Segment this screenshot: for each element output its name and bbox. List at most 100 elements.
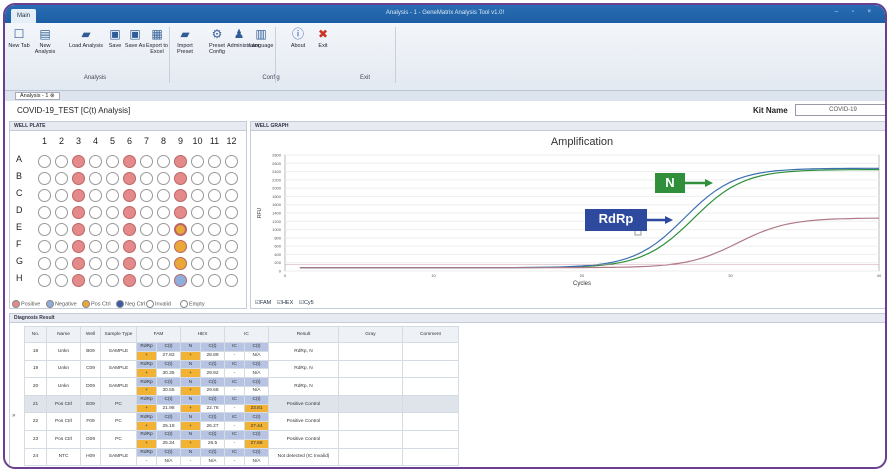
well-B7[interactable] — [140, 172, 153, 185]
well-B6[interactable] — [123, 172, 136, 185]
well-E4[interactable] — [89, 223, 102, 236]
well-B3[interactable] — [72, 172, 85, 185]
well-G12[interactable] — [225, 257, 238, 270]
well-A2[interactable] — [55, 155, 68, 168]
well-D10[interactable] — [191, 206, 204, 219]
well-G2[interactable] — [55, 257, 68, 270]
well-H10[interactable] — [191, 274, 204, 287]
kit-name-select[interactable]: COVID-19 — [795, 104, 885, 116]
well-C5[interactable] — [106, 189, 119, 202]
well-C9[interactable] — [174, 189, 187, 202]
well-A10[interactable] — [191, 155, 204, 168]
well-C7[interactable] — [140, 189, 153, 202]
well-G9[interactable] — [174, 257, 187, 270]
well-A8[interactable] — [157, 155, 170, 168]
well-C1[interactable] — [38, 189, 51, 202]
well-E6[interactable] — [123, 223, 136, 236]
well-E8[interactable] — [157, 223, 170, 236]
table-row[interactable]: 23 Pos Ctrl G09 PC RdRp C(t) N C(t) IC C(t) Positi… — [24, 429, 459, 449]
well-C11[interactable] — [208, 189, 221, 202]
well-G7[interactable] — [140, 257, 153, 270]
well-B2[interactable] — [55, 172, 68, 185]
well-C6[interactable] — [123, 189, 136, 202]
table-row[interactable]: 21 Pos Ctrl E09 PC RdRp C(t) N C(t) IC C(t) Positi… — [24, 394, 459, 414]
well-F4[interactable] — [89, 240, 102, 253]
table-row[interactable]: 19 Unkn C09 SAMPLE RdRp C(t) N C(t) IC C(t) RdRp, … — [24, 359, 459, 379]
well-H12[interactable] — [225, 274, 238, 287]
well-D6[interactable] — [123, 206, 136, 219]
well-F6[interactable] — [123, 240, 136, 253]
well-G4[interactable] — [89, 257, 102, 270]
table-row[interactable]: 24 NTC H09 SAMPLE RdRp C(t) N C(t) IC C(t) Not det… — [24, 447, 459, 467]
well-B9[interactable] — [174, 172, 187, 185]
well-D7[interactable] — [140, 206, 153, 219]
well-H4[interactable] — [89, 274, 102, 287]
column-header[interactable]: Gray — [338, 326, 403, 343]
well-A9[interactable] — [174, 155, 187, 168]
well-A5[interactable] — [106, 155, 119, 168]
well-G11[interactable] — [208, 257, 221, 270]
well-E2[interactable] — [55, 223, 68, 236]
column-header[interactable]: Name — [46, 326, 81, 343]
window-controls[interactable]: – ▫ × — [835, 9, 877, 15]
table-row[interactable]: 18 Unkn B09 SAMPLE RdRp C(t) N C(t) IC C(t) RdRp, … — [24, 342, 459, 361]
well-G1[interactable] — [38, 257, 51, 270]
well-E7[interactable] — [140, 223, 153, 236]
well-A12[interactable] — [225, 155, 238, 168]
column-header[interactable]: FAM — [136, 326, 181, 343]
new-analysis-button[interactable]: ▤ New Analysis — [33, 27, 57, 55]
well-E11[interactable] — [208, 223, 221, 236]
well-F7[interactable] — [140, 240, 153, 253]
well-H6[interactable] — [123, 274, 136, 287]
import-preset-button[interactable]: ▰ Import Preset — [173, 27, 197, 55]
well-H9[interactable] — [174, 274, 187, 287]
well-D12[interactable] — [225, 206, 238, 219]
well-D11[interactable] — [208, 206, 221, 219]
new-tab-button[interactable]: ☐ New Tab — [7, 27, 31, 49]
well-G8[interactable] — [157, 257, 170, 270]
well-B5[interactable] — [106, 172, 119, 185]
well-B8[interactable] — [157, 172, 170, 185]
well-H1[interactable] — [38, 274, 51, 287]
well-E10[interactable] — [191, 223, 204, 236]
well-D3[interactable] — [72, 206, 85, 219]
administrator-button[interactable]: ♟ Administrator — [227, 27, 259, 49]
well-H11[interactable] — [208, 274, 221, 287]
well-E3[interactable] — [72, 223, 85, 236]
well-F10[interactable] — [191, 240, 204, 253]
well-B12[interactable] — [225, 172, 238, 185]
well-A3[interactable] — [72, 155, 85, 168]
well-F2[interactable] — [55, 240, 68, 253]
channel-fam-checkbox[interactable]: ☑FAM — [255, 300, 271, 306]
well-B11[interactable] — [208, 172, 221, 185]
well-E1[interactable] — [38, 223, 51, 236]
well-F11[interactable] — [208, 240, 221, 253]
well-G5[interactable] — [106, 257, 119, 270]
well-A7[interactable] — [140, 155, 153, 168]
well-B4[interactable] — [89, 172, 102, 185]
load-analysis-button[interactable]: ▰ Load Analysis — [69, 27, 103, 49]
preset-config-button[interactable]: ⚙ Preset Config — [205, 27, 229, 55]
well-B1[interactable] — [38, 172, 51, 185]
column-header[interactable]: Well — [80, 326, 101, 343]
well-E12[interactable] — [225, 223, 238, 236]
column-header[interactable]: HEX — [180, 326, 225, 343]
exit-button[interactable]: ✖ Exit — [311, 27, 335, 49]
well-C10[interactable] — [191, 189, 204, 202]
well-C3[interactable] — [72, 189, 85, 202]
column-header[interactable]: No. — [24, 326, 47, 343]
well-H5[interactable] — [106, 274, 119, 287]
well-F9[interactable] — [174, 240, 187, 253]
tab-analysis-1[interactable]: Analysis - 1 ⊗ — [15, 92, 60, 100]
table-row[interactable]: 22 Pos Ctrl F09 PC RdRp C(t) N C(t) IC C(t) Positi… — [24, 412, 459, 431]
well-F8[interactable] — [157, 240, 170, 253]
about-button[interactable]: ⓘ About — [286, 27, 310, 49]
channel-hex-checkbox[interactable]: ☑HEX — [277, 300, 293, 306]
save-as-button[interactable]: ▣ Save As — [123, 27, 147, 49]
column-header[interactable]: Result — [268, 326, 339, 343]
well-F3[interactable] — [72, 240, 85, 253]
well-D5[interactable] — [106, 206, 119, 219]
table-row[interactable]: 20 Unkn D09 SAMPLE RdRp C(t) N C(t) IC C(t) RdRp, … — [24, 377, 459, 396]
well-C4[interactable] — [89, 189, 102, 202]
export-to-excel-button[interactable]: ▦ Export to Excel — [145, 27, 169, 55]
